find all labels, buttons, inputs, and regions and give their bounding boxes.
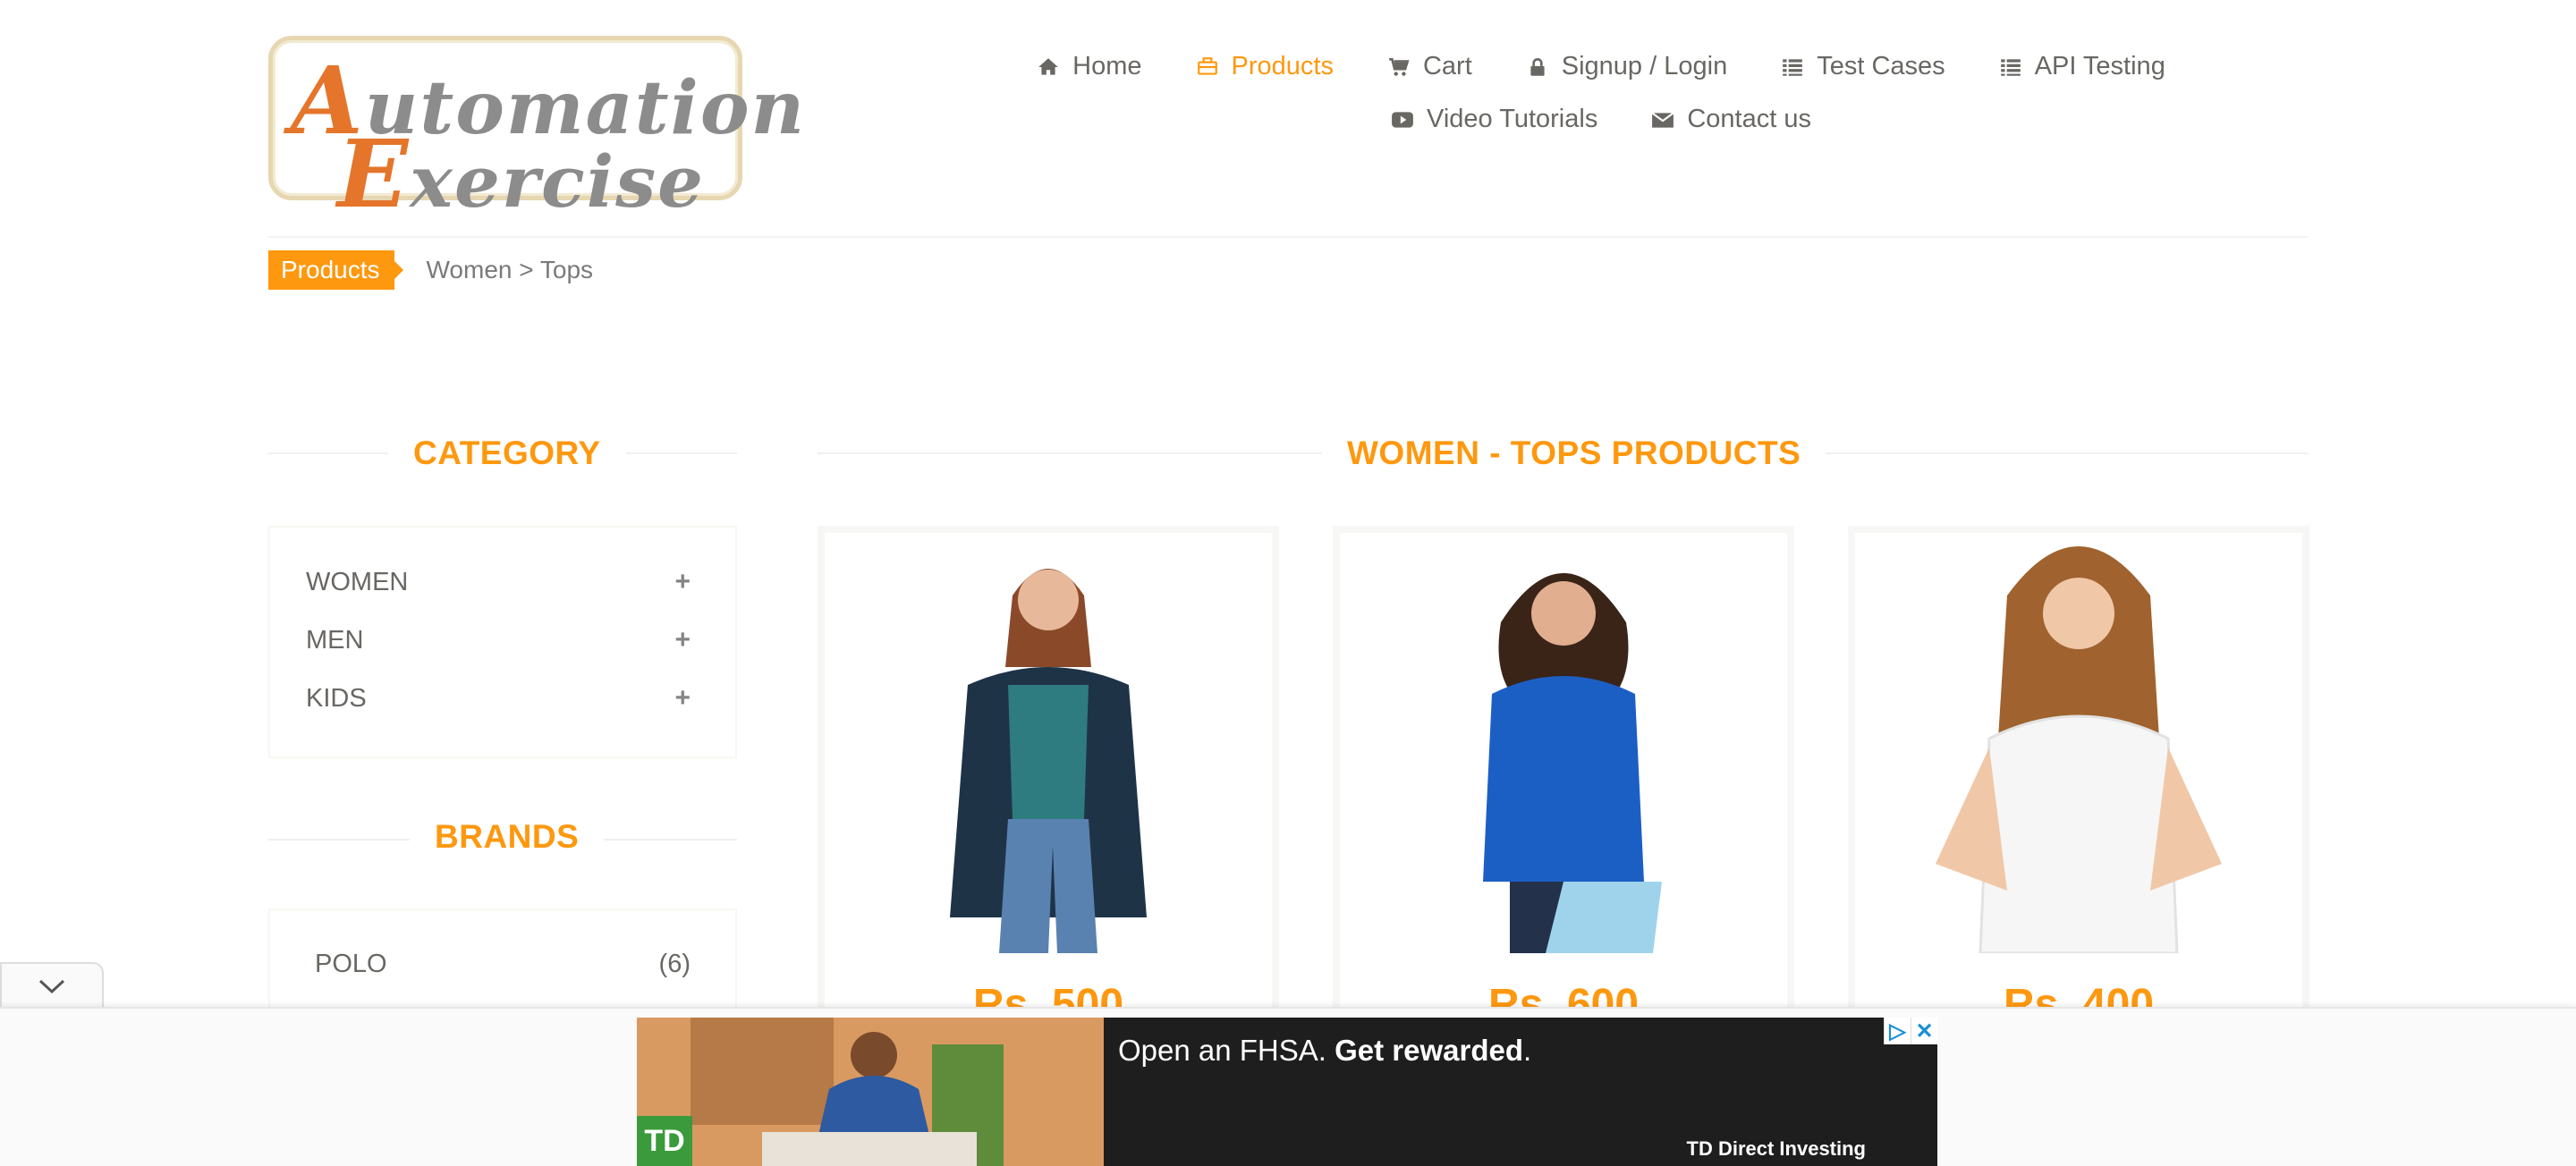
nav-home[interactable]: Home [1037, 52, 1142, 81]
brands-title: BRANDS [410, 818, 605, 856]
brand-polo[interactable]: POLO (6) [315, 950, 691, 979]
breadcrumb-path: Women > Tops [426, 256, 594, 283]
chevron-down-icon [38, 979, 65, 994]
category-panel: WOMEN + MEN + KIDS + [268, 526, 737, 758]
close-icon[interactable]: ✕ [1911, 1018, 1937, 1044]
nav-video-tutorials[interactable]: Video Tutorials [1391, 105, 1597, 134]
nav-api-testing[interactable]: API Testing [1999, 52, 2165, 81]
nav-contact-us[interactable]: Contact us [1651, 105, 1811, 134]
category-men[interactable]: MEN + [306, 625, 691, 655]
nav-video-label: Video Tutorials [1427, 105, 1598, 133]
category-label: MEN [306, 625, 364, 655]
site-logo[interactable]: Automation Exercise [268, 36, 804, 229]
nav-signup-label: Signup / Login [1561, 52, 1728, 80]
product-image[interactable] [1340, 533, 1787, 953]
nav-test-cases-label: Test Cases [1817, 52, 1945, 80]
youtube-icon [1392, 111, 1413, 128]
nav-contact-label: Contact us [1687, 105, 1811, 133]
category-women[interactable]: WOMEN + [306, 567, 691, 597]
brand-count: (6) [658, 950, 691, 978]
ad-controls: ▷ ✕ [1884, 1018, 1937, 1044]
list-icon [2000, 58, 2021, 76]
nav-api-testing-label: API Testing [2034, 52, 2165, 80]
lock-icon [1530, 57, 1545, 76]
nav-cart-label: Cart [1422, 52, 1472, 80]
category-label: KIDS [306, 683, 367, 713]
ad-collapse-toggle[interactable] [0, 962, 104, 1009]
list-icon [1783, 58, 1803, 76]
nav-products[interactable]: Products [1196, 52, 1334, 81]
nav-test-cases[interactable]: Test Cases [1781, 52, 1945, 81]
brand-name: POLO [315, 950, 387, 978]
ad-headline: Open an FHSA. Get rewarded. [1118, 1034, 1532, 1067]
td-logo: TD [637, 1116, 692, 1166]
category-title: CATEGORY [388, 435, 626, 472]
nav-signup-login[interactable]: Signup / Login [1526, 52, 1727, 81]
breadcrumb: Products Women > Tops [268, 250, 593, 290]
advertisement[interactable]: TD Open an FHSA. Get rewarded. TD Direct… [637, 1018, 1937, 1166]
category-label: WOMEN [306, 567, 409, 596]
nav-cart[interactable]: Cart [1387, 52, 1472, 81]
product-image[interactable] [1855, 533, 2302, 953]
nav-products-label: Products [1231, 52, 1334, 80]
briefcase-icon [1197, 56, 1217, 75]
nav-home-label: Home [1072, 52, 1142, 80]
plus-icon[interactable]: + [674, 625, 691, 655]
cart-icon [1389, 57, 1410, 76]
category-kids[interactable]: KIDS + [306, 683, 691, 714]
nav-row-2: Video Tutorials Contact us [984, 105, 2218, 134]
header-divider [268, 236, 2308, 238]
adchoices-icon[interactable]: ▷ [1884, 1018, 1911, 1044]
breadcrumb-tag[interactable]: Products [268, 250, 402, 290]
products-title: WOMEN - TOPS PRODUCTS [1322, 435, 1826, 472]
envelope-icon [1651, 112, 1674, 128]
home-icon [1038, 57, 1058, 75]
plus-icon[interactable]: + [674, 567, 691, 597]
main-nav: Home Products Cart Signup / Login Test C… [984, 52, 2218, 134]
product-image[interactable] [825, 533, 1272, 953]
ad-image [637, 1018, 1104, 1166]
logo-line-2: Exercise [337, 119, 706, 229]
nav-row-1: Home Products Cart Signup / Login Test C… [984, 52, 2218, 81]
ad-footer: TD Direct Investing [1686, 1137, 1866, 1160]
plus-icon[interactable]: + [674, 683, 691, 714]
